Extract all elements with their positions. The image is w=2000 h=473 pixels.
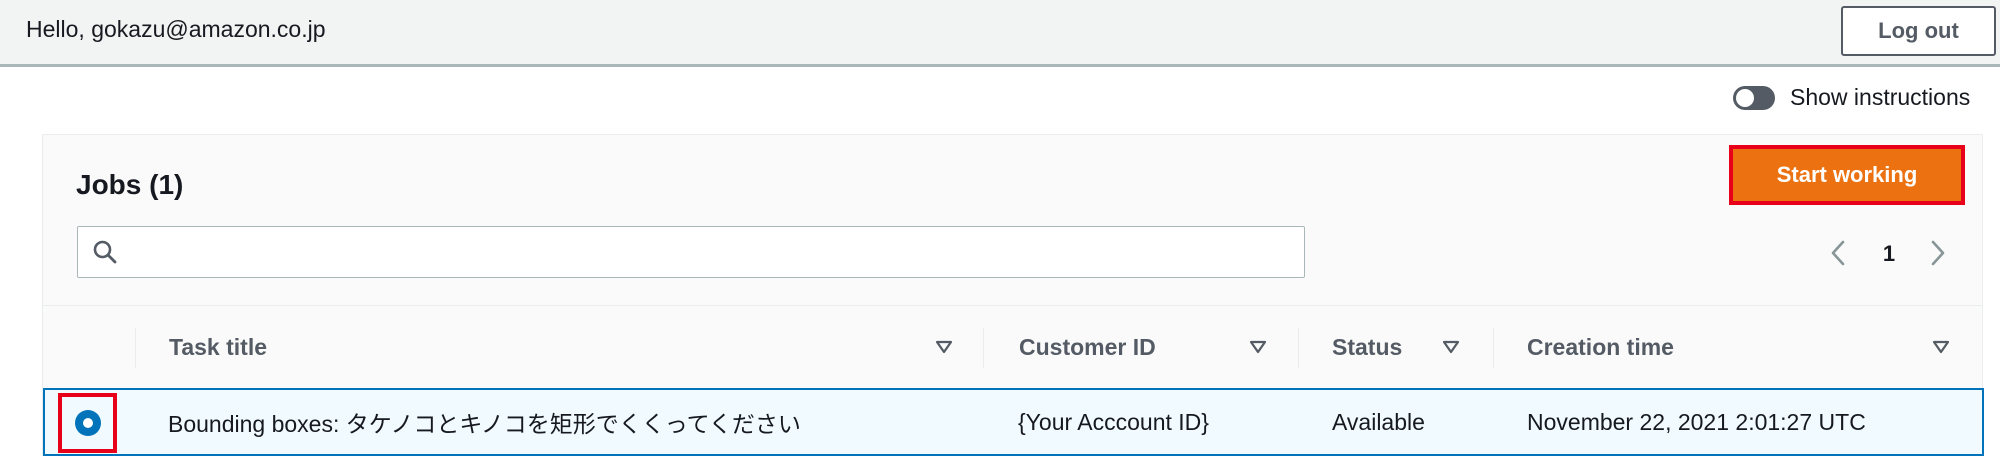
cell-task-title: Bounding boxes: タケノコとキノコを矩形でくくってください — [168, 411, 801, 437]
top-bar: Hello, gokazu@amazon.co.jp Log out — [0, 0, 2000, 67]
column-header-customer-id[interactable]: Customer ID — [1019, 306, 1156, 389]
search-input[interactable] — [128, 227, 1298, 277]
column-divider — [135, 328, 136, 368]
row-select-radio[interactable] — [58, 393, 117, 453]
cell-status: Available — [1332, 408, 1425, 435]
column-divider — [983, 328, 984, 368]
user-greeting: Hello, gokazu@amazon.co.jp — [26, 16, 326, 42]
toggle-switch[interactable] — [1733, 85, 1775, 110]
search-icon — [93, 240, 117, 264]
toggle-knob — [1736, 88, 1754, 107]
chevron-right-icon[interactable] — [1923, 239, 1951, 267]
jobs-panel: Jobs (1) Start working 1 Task title Cust… — [42, 134, 1984, 456]
column-divider — [1298, 328, 1299, 368]
column-divider — [1493, 328, 1494, 368]
table-row[interactable]: Bounding boxes: タケノコとキノコを矩形でくくってください {Yo… — [43, 388, 1984, 456]
cell-creation-time: November 22, 2021 2:01:27 UTC — [1527, 408, 1866, 435]
current-page[interactable]: 1 — [1875, 241, 1903, 267]
search-box[interactable] — [77, 226, 1305, 278]
start-working-button[interactable]: Start working — [1729, 145, 1965, 205]
sort-down-icon[interactable] — [935, 340, 953, 354]
column-header-creation-time[interactable]: Creation time — [1527, 306, 1674, 389]
chevron-left-icon[interactable] — [1825, 239, 1853, 267]
column-header-status[interactable]: Status — [1332, 306, 1402, 389]
column-header-task-title[interactable]: Task title — [169, 306, 267, 389]
cell-customer-id: {Your Acccount ID} — [1018, 408, 1209, 435]
radio-selected-icon — [74, 410, 101, 436]
show-instructions-toggle[interactable]: Show instructions — [1733, 84, 1970, 111]
sort-down-icon[interactable] — [1442, 340, 1460, 354]
table-header: Task title Customer ID Status Creation t… — [43, 305, 1982, 388]
sort-down-icon[interactable] — [1249, 340, 1267, 354]
toggle-label: Show instructions — [1790, 84, 1971, 110]
logout-button[interactable]: Log out — [1841, 6, 1996, 56]
sort-down-icon[interactable] — [1932, 340, 1950, 354]
jobs-title: Jobs (1) — [76, 169, 184, 200]
